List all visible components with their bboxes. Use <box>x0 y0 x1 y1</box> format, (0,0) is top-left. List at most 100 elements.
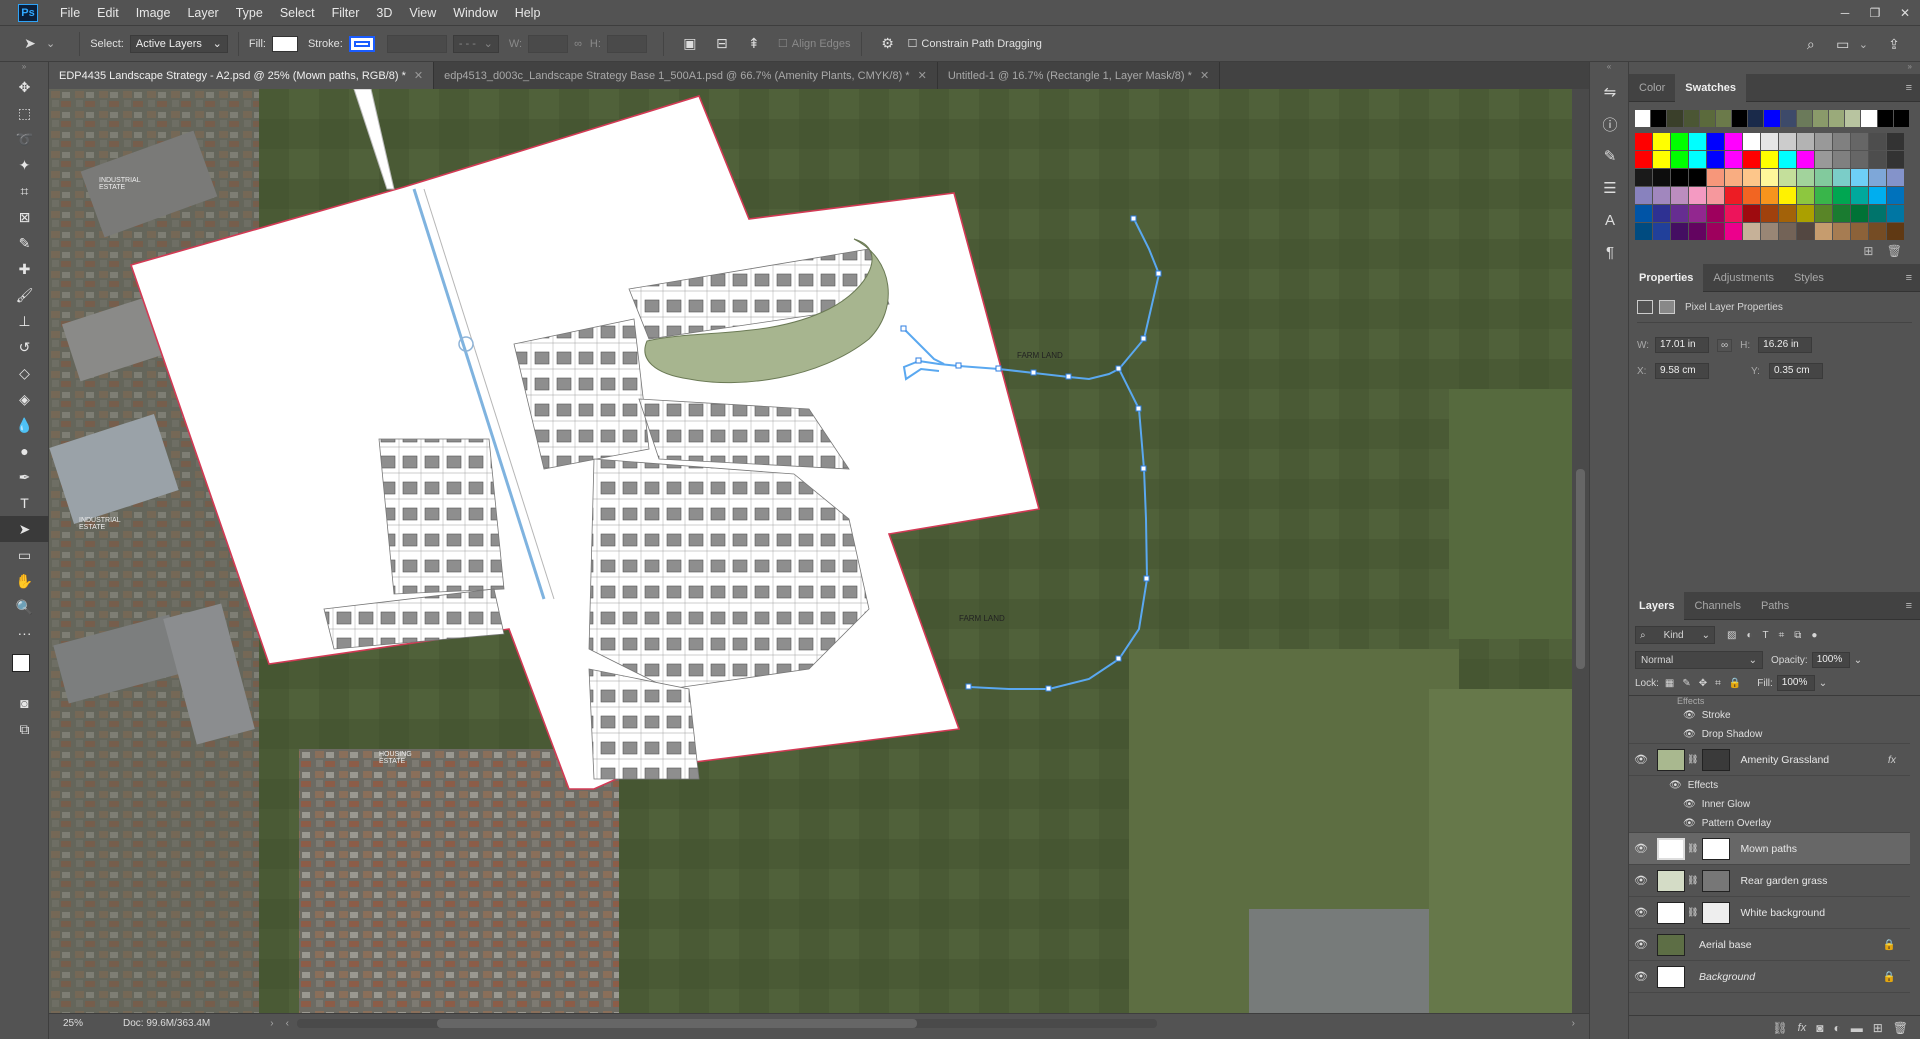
color-swatch[interactable] <box>1635 169 1652 186</box>
color-swatch[interactable] <box>1779 187 1796 204</box>
folder-icon[interactable]: ▬ <box>1851 1021 1863 1035</box>
color-swatch[interactable] <box>1869 205 1886 222</box>
screen-mode-icon[interactable]: ⧉ <box>0 716 49 742</box>
eye-icon[interactable]: 👁 <box>1683 729 1696 740</box>
color-swatch[interactable] <box>1725 205 1742 222</box>
color-swatch[interactable] <box>1869 187 1886 204</box>
fx-icon[interactable]: fx <box>1888 754 1896 766</box>
tab-properties[interactable]: Properties <box>1629 263 1704 292</box>
color-swatch[interactable] <box>1725 223 1742 240</box>
color-swatch[interactable] <box>1689 223 1706 240</box>
color-swatch[interactable] <box>1635 151 1652 168</box>
color-swatch[interactable] <box>1743 151 1760 168</box>
eye-icon[interactable]: 👁 <box>1683 818 1696 829</box>
color-swatch[interactable] <box>1671 151 1688 168</box>
info-icon[interactable]: ⓘ <box>1590 108 1630 140</box>
panel-menu-icon[interactable]: ≡ <box>1906 272 1912 284</box>
color-swatch[interactable] <box>1797 151 1814 168</box>
search-icon[interactable]: ⌕ <box>1801 35 1821 55</box>
layer-mown-paths[interactable]: 👁 ⛓ Mown paths <box>1629 833 1910 865</box>
color-swatch[interactable] <box>1797 205 1814 222</box>
color-swatch[interactable] <box>1887 187 1904 204</box>
scroll-left-icon[interactable]: ‹ <box>286 1018 289 1029</box>
color-swatch[interactable] <box>1707 151 1724 168</box>
tab-color[interactable]: Color <box>1629 74 1675 102</box>
color-swatch[interactable] <box>1761 133 1778 150</box>
color-swatch[interactable] <box>1779 205 1796 222</box>
fx-icon[interactable]: fx <box>1798 1022 1807 1034</box>
share-icon[interactable]: ⇪ <box>1884 35 1904 55</box>
path-arrangement-icon[interactable]: ⇞ <box>744 34 764 54</box>
color-swatch[interactable] <box>1833 223 1850 240</box>
color-swatch[interactable] <box>1683 110 1699 127</box>
adjustment-layer-icon[interactable]: ◐ <box>1833 1021 1840 1035</box>
filter-toggle-icon[interactable]: ● <box>1811 630 1817 641</box>
paragraph-icon[interactable]: ¶ <box>1590 236 1630 268</box>
panel-menu-icon[interactable]: ≡ <box>1906 600 1912 612</box>
hand-tool-icon[interactable]: ✋ <box>0 568 49 594</box>
document-canvas[interactable]: FARM LAND FARM LAND INDUSTRIAL ESTATE IN… <box>49 89 1572 1013</box>
crop-tool-icon[interactable]: ⌗ <box>0 178 49 204</box>
color-swatch[interactable] <box>1653 187 1670 204</box>
move-tool-icon[interactable]: ✥ <box>0 74 49 100</box>
opacity-field[interactable]: 100% <box>1811 652 1850 668</box>
effect-drop-shadow[interactable]: 👁 Drop Shadow <box>1629 725 1910 744</box>
color-swatch[interactable] <box>1861 110 1877 127</box>
eye-icon[interactable]: 👁 <box>1629 842 1653 855</box>
magic-wand-tool-icon[interactable]: ✦ <box>0 152 49 178</box>
brush-tool-icon[interactable]: 🖌 <box>0 282 49 308</box>
color-swatch[interactable] <box>1635 205 1652 222</box>
color-swatch[interactable] <box>1887 205 1904 222</box>
width-field[interactable] <box>528 34 569 53</box>
paint-bucket-tool-icon[interactable]: ◈ <box>0 386 49 412</box>
height-field[interactable]: 16.26 in <box>1758 337 1813 353</box>
filter-smart-icon[interactable]: ⧉ <box>1794 630 1801 641</box>
color-swatch[interactable] <box>1845 110 1861 127</box>
tab-adjustments[interactable]: Adjustments <box>1703 264 1784 292</box>
path-operations-icon[interactable]: ▣ <box>680 34 700 54</box>
lock-transparent-icon[interactable]: ▦ <box>1665 678 1674 689</box>
color-swatch[interactable] <box>1761 187 1778 204</box>
color-swatch[interactable] <box>1851 169 1868 186</box>
layer-rear-garden-grass[interactable]: 👁 ⛓ Rear garden grass <box>1629 865 1910 897</box>
height-field[interactable] <box>606 34 647 53</box>
minimize-button[interactable]: ─ <box>1830 0 1860 25</box>
tab-landscape-base[interactable]: edp4513_d003c_Landscape Strategy Base 1_… <box>434 62 938 89</box>
color-swatch[interactable] <box>1779 133 1796 150</box>
color-swatch[interactable] <box>1797 133 1814 150</box>
new-layer-icon[interactable]: ⊞ <box>1873 1021 1883 1035</box>
color-swatch[interactable] <box>1833 187 1850 204</box>
layer-amenity-grassland[interactable]: 👁 ⛓ Amenity Grassland fx <box>1629 744 1910 776</box>
filter-shape-icon[interactable]: ⌗ <box>1779 630 1785 641</box>
eye-icon[interactable]: 👁 <box>1683 799 1696 810</box>
color-swatch[interactable] <box>1779 169 1796 186</box>
trash-icon[interactable]: 🗑 <box>1887 244 1902 258</box>
color-swatch[interactable] <box>1815 133 1832 150</box>
color-swatch[interactable] <box>1761 205 1778 222</box>
x-field[interactable]: 9.58 cm <box>1655 363 1709 379</box>
color-swatch[interactable] <box>1887 169 1904 186</box>
more-tools-icon[interactable]: ··· <box>0 620 49 646</box>
rectangle-tool-icon[interactable]: ▭ <box>0 542 49 568</box>
color-swatch[interactable] <box>1893 110 1909 127</box>
color-swatch[interactable] <box>1725 133 1742 150</box>
tab-styles[interactable]: Styles <box>1784 264 1834 292</box>
lock-icon[interactable]: 🔒 <box>1883 970 1896 983</box>
link-icon[interactable]: ∞ <box>1717 338 1733 352</box>
color-swatch[interactable] <box>1761 169 1778 186</box>
color-swatch[interactable] <box>1671 169 1688 186</box>
color-swatch[interactable] <box>1707 133 1724 150</box>
color-swatch[interactable] <box>1635 110 1651 127</box>
path-alignment-icon[interactable]: ⊟ <box>712 34 732 54</box>
blend-mode-dropdown[interactable]: Normal ⌄ <box>1635 651 1763 669</box>
color-swatch[interactable] <box>1815 187 1832 204</box>
menu-image[interactable]: Image <box>136 6 171 20</box>
menu-file[interactable]: File <box>60 6 80 20</box>
constrain-checkbox[interactable]: ☐ <box>908 37 918 50</box>
color-swatch[interactable] <box>1743 133 1760 150</box>
color-swatch[interactable] <box>1725 187 1742 204</box>
color-swatch[interactable] <box>1689 169 1706 186</box>
scrollbar-thumb[interactable] <box>436 1019 917 1028</box>
close-icon[interactable]: ✕ <box>918 69 927 82</box>
color-swatch[interactable] <box>1715 110 1732 127</box>
